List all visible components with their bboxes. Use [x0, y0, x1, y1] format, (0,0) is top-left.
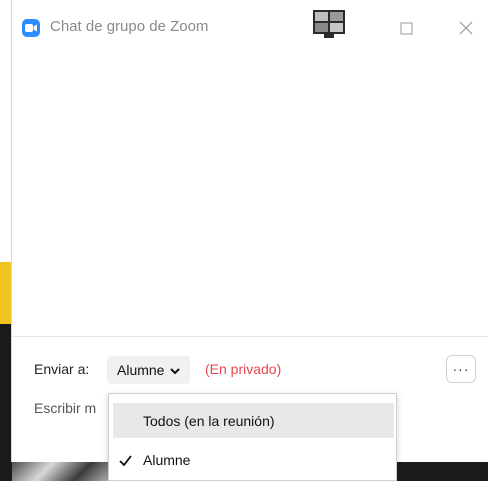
- more-options-button[interactable]: ···: [446, 355, 476, 383]
- close-icon: [459, 21, 473, 35]
- close-button[interactable]: [452, 14, 480, 42]
- composer-divider: [12, 336, 488, 337]
- gallery-view-icon[interactable]: [312, 9, 346, 39]
- maximize-button[interactable]: [392, 14, 420, 42]
- menu-item-everyone[interactable]: Todos (en la reunión): [113, 403, 394, 438]
- private-indicator: (En privado): [205, 361, 282, 377]
- menu-item-alumne[interactable]: Alumne: [113, 442, 394, 477]
- window-title: Chat de grupo de Zoom: [50, 18, 209, 35]
- chevron-down-icon: [170, 362, 181, 378]
- background-dark-bar: [396, 462, 488, 481]
- send-to-label: Enviar a:: [34, 361, 90, 377]
- zoom-app-icon: [22, 19, 40, 37]
- recipient-value: Alumne: [117, 362, 165, 378]
- menu-item-label: Alumne: [143, 451, 191, 468]
- title-bar: Chat de grupo de Zoom: [12, 0, 488, 50]
- checkmark-icon: [119, 453, 132, 469]
- chat-window: Chat de grupo de Zoom Enviar a: Alumne (…: [11, 0, 488, 481]
- recipient-dropdown-button[interactable]: Alumne: [107, 356, 191, 384]
- recipient-menu: Todos (en la reunión) Alumne: [108, 393, 397, 481]
- menu-item-label: Todos (en la reunión): [143, 412, 275, 429]
- more-icon: ···: [452, 361, 470, 377]
- maximize-icon: [400, 22, 413, 35]
